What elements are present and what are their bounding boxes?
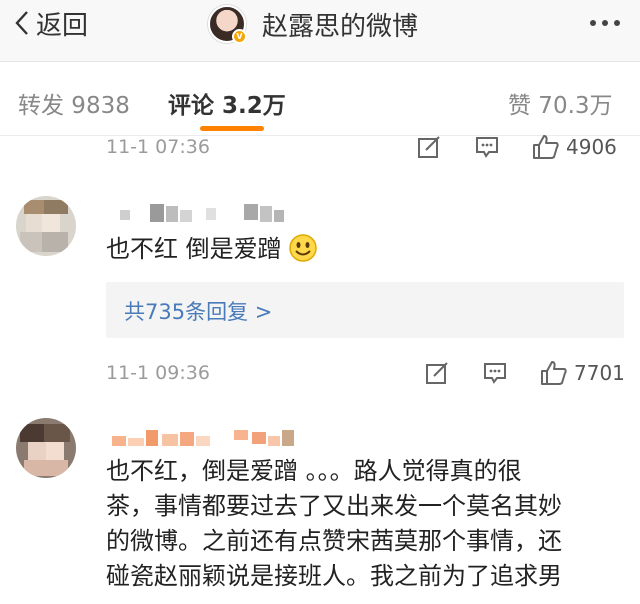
like-count: 7701	[574, 361, 625, 385]
chevron-left-icon	[15, 11, 28, 35]
page-title: 赵露思的微博	[262, 11, 419, 42]
back-button[interactable]: 返回	[14, 8, 88, 41]
commenter-name-blurred[interactable]	[106, 200, 306, 228]
author-avatar[interactable]: V	[208, 5, 247, 44]
like-button[interactable]: 4906	[532, 134, 617, 160]
comment-time: 11-1 07:36	[106, 136, 210, 158]
comment-text-line: 的微博。之前还有点赞宋茜莫那个事情，还	[106, 527, 562, 555]
top-nav-bar: 返回 V 赵露思的微博	[0, 0, 640, 62]
comment-text-line: 碰瓷赵丽颖说是接班人。我之前为了追求男	[106, 562, 562, 590]
comment-meta-row: 11-1 09:36 7701	[0, 354, 640, 394]
thumbs-up-icon	[533, 135, 559, 159]
tab-likes[interactable]: 赞 70.3万	[508, 86, 613, 120]
comment-icon[interactable]	[482, 360, 508, 386]
comment-meta-row: 11-1 07:36 4906	[0, 128, 640, 168]
view-replies-link[interactable]: 共735条回复 >	[106, 282, 624, 338]
commenter-avatar-blurred[interactable]	[16, 418, 76, 478]
comment-text-line: 也不红，倒是爱蹭 。。。路人觉得真的很	[106, 457, 522, 485]
back-label: 返回	[36, 10, 89, 41]
commenter-avatar-blurred[interactable]	[16, 196, 76, 256]
comment-text: 也不红，倒是爱蹭 。。。路人觉得真的很 茶，事情都要过去了又出来发一个莫名其妙 …	[106, 454, 562, 594]
smile-emoji-icon	[288, 234, 317, 262]
share-icon[interactable]	[424, 360, 450, 386]
commenter-name-blurred[interactable]	[106, 424, 306, 452]
more-dots-icon[interactable]	[590, 10, 620, 36]
comment-icon[interactable]	[474, 134, 500, 160]
comment-text: 也不红 倒是爱蹭	[106, 232, 318, 267]
title-area: V 赵露思的微博	[208, 5, 419, 44]
comment-time: 11-1 09:36	[106, 362, 210, 384]
tab-bar: 转发 9838 评论 3.2万 赞 70.3万	[0, 62, 640, 136]
comment-text-content: 也不红 倒是爱蹭	[106, 235, 282, 263]
share-icon[interactable]	[416, 134, 442, 160]
thumbs-up-icon	[541, 361, 567, 385]
like-button[interactable]: 7701	[540, 360, 625, 386]
comment-text-line: 茶，事情都要过去了又出来发一个莫名其妙	[106, 492, 562, 520]
tab-reposts[interactable]: 转发 9838	[18, 86, 130, 120]
like-count: 4906	[566, 135, 617, 159]
tab-comments[interactable]: 评论 3.2万	[168, 86, 286, 120]
verified-badge-icon: V	[232, 29, 247, 44]
